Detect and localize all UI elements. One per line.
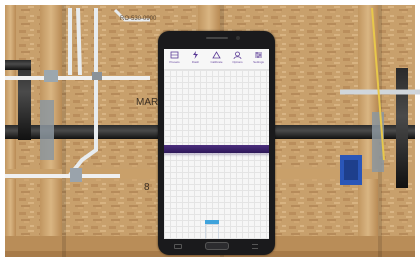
toolbar-settings-button[interactable]: Settings xyxy=(249,49,269,64)
back-key-icon[interactable] xyxy=(174,244,182,249)
front-camera xyxy=(236,36,240,40)
scan-grid xyxy=(164,70,269,239)
signal-meter-frame xyxy=(205,224,219,239)
signal-band-shadow xyxy=(164,153,269,157)
toolbar-calibrate-label: Calibrate xyxy=(210,60,223,64)
settings-icon xyxy=(255,52,262,58)
toolbar-flash-button[interactable]: Flash xyxy=(186,49,206,64)
svg-text:8: 8 xyxy=(144,182,150,193)
svg-text:MAR: MAR xyxy=(136,97,158,108)
flash-icon xyxy=(193,51,198,59)
toolbar-options-label: Options xyxy=(232,60,243,64)
options-icon xyxy=(233,51,242,59)
toolbar-calibrate-button[interactable]: Calibrate xyxy=(207,49,227,64)
earpiece xyxy=(206,37,228,39)
toolbar-flash-label: Flash xyxy=(191,60,200,64)
scene: RO-530-0900 MAR 8 Presets Flash Calibrat… xyxy=(0,0,420,262)
signal-band xyxy=(164,145,269,153)
toolbar-settings-label: Settings xyxy=(253,60,264,64)
home-button[interactable] xyxy=(205,242,229,250)
smartphone: Presets Flash Calibrate Options Settings xyxy=(158,31,275,255)
presets-icon xyxy=(170,51,179,59)
svg-text:RO-530-0900: RO-530-0900 xyxy=(120,16,157,22)
app-toolbar: Presets Flash Calibrate Options Settings xyxy=(164,49,269,70)
toolbar-presets-label: Presets xyxy=(169,60,180,64)
calibrate-icon xyxy=(212,51,221,59)
toolbar-options-button[interactable]: Options xyxy=(228,49,248,64)
app-screen: Presets Flash Calibrate Options Settings xyxy=(164,49,269,239)
toolbar-presets-button[interactable]: Presets xyxy=(165,49,185,64)
menu-key-icon[interactable] xyxy=(252,244,258,249)
